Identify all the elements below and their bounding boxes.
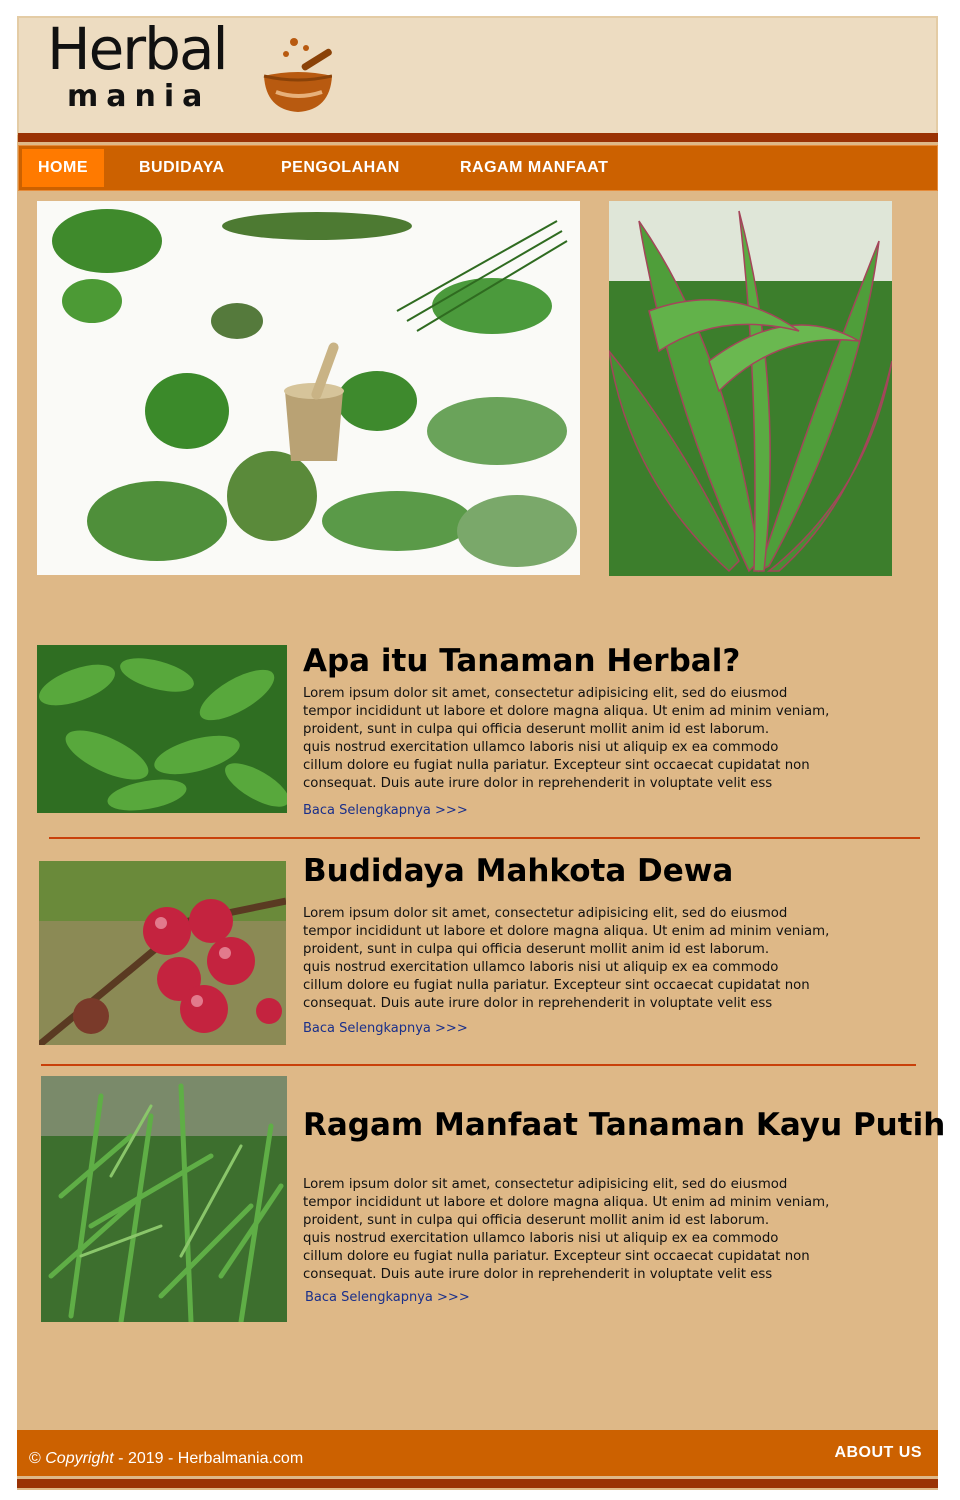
- nav-item-budidaya[interactable]: BUDIDAYA: [139, 146, 225, 190]
- article-2-body: Lorem ipsum dolor sit amet, consectetur …: [303, 906, 830, 1011]
- logo-text-mania: mania: [67, 79, 211, 114]
- footer-bottom-bar: [17, 1479, 938, 1488]
- site-header: Herbal mania: [17, 16, 938, 135]
- article-3-read-more-link[interactable]: Baca Selengkapnya >>>: [305, 1290, 470, 1305]
- article-2-image: [39, 861, 286, 1045]
- article-1-title[interactable]: Apa itu Tanaman Herbal?: [303, 646, 740, 677]
- copyright-word: Copyright: [45, 1450, 114, 1467]
- header-divider-bar: [18, 133, 938, 142]
- footer-copyright: © Copyright - 2019 - Herbalmania.com: [29, 1450, 303, 1468]
- about-us-link[interactable]: ABOUT US: [834, 1444, 922, 1462]
- copyright-text: - 2019 - Herbalmania.com: [113, 1450, 304, 1467]
- mortar-bowl-icon: [263, 38, 332, 112]
- main-nav: HOME BUDIDAYA PENGOLAHAN RAGAM MANFAAT: [18, 145, 938, 191]
- article-1-body: Lorem ipsum dolor sit amet, consectetur …: [303, 686, 830, 791]
- article-divider: [49, 837, 920, 839]
- article-3-body: Lorem ipsum dolor sit amet, consectetur …: [303, 1177, 830, 1282]
- nav-item-home[interactable]: HOME: [22, 149, 104, 187]
- article-1-read-more-link[interactable]: Baca Selengkapnya >>>: [303, 803, 468, 818]
- nav-item-ragam-manfaat[interactable]: RAGAM MANFAAT: [460, 146, 608, 190]
- nav-item-pengolahan[interactable]: PENGOLAHAN: [281, 146, 400, 190]
- site-footer: © Copyright - 2019 - Herbalmania.com ABO…: [17, 1430, 938, 1476]
- hero-plant-image: [609, 201, 892, 576]
- article-2-title[interactable]: Budidaya Mahkota Dewa: [303, 856, 733, 887]
- article-1-image: [37, 645, 287, 813]
- page-container: Herbal mania HOME BUDIDAYA PENGOLAHAN RA…: [17, 16, 945, 1490]
- hero-herbs-image: [37, 201, 580, 575]
- copyright-icon: ©: [29, 1450, 41, 1467]
- article-2-read-more-link[interactable]: Baca Selengkapnya >>>: [303, 1021, 468, 1036]
- article-3-image: [41, 1076, 287, 1322]
- article-divider: [41, 1064, 916, 1066]
- logo-text-herbal: Herbal: [47, 15, 229, 83]
- article-3-title[interactable]: Ragam Manfaat Tanaman Kayu Putih: [303, 1110, 945, 1141]
- site-logo[interactable]: Herbal mania: [47, 20, 337, 126]
